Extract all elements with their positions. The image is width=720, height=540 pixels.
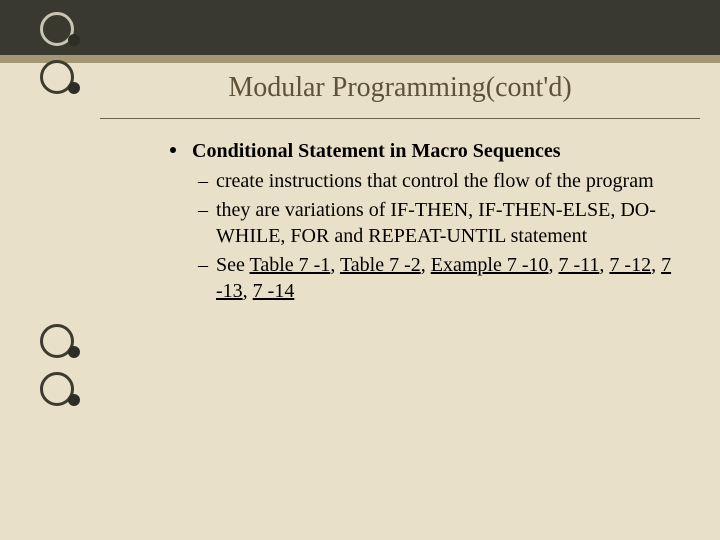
separator: ,	[599, 254, 609, 276]
slide-title: Modular Programming(cont'd)	[120, 72, 680, 104]
separator: ,	[243, 280, 253, 302]
bullet-dot-icon	[170, 147, 176, 153]
reference-link[interactable]: 7 -14	[253, 280, 295, 302]
reference-link[interactable]: 7 -11	[559, 254, 600, 276]
slide: Modular Programming(cont'd) Conditional …	[0, 0, 720, 540]
spiral-hole-icon	[68, 346, 80, 358]
sub-text: they are variations of IF-THEN, IF-THEN-…	[216, 199, 656, 247]
header-accent-strip	[0, 55, 720, 63]
title-underline	[100, 118, 700, 119]
reference-link[interactable]: Table 7 -1	[250, 254, 331, 276]
dash-icon: –	[198, 168, 208, 194]
bullet-item: Conditional Statement in Macro Sequences	[170, 138, 675, 164]
sub-item: – create instructions that control the f…	[170, 168, 675, 194]
dash-icon: –	[198, 252, 208, 278]
header-dark-band	[0, 0, 720, 60]
sub-item-references: – See Table 7 -1, Table 7 -2, Example 7 …	[170, 252, 675, 305]
see-prefix: See	[216, 254, 250, 276]
separator: ,	[549, 254, 559, 276]
bullet-label: Conditional Statement in Macro Sequences	[192, 140, 561, 162]
reference-link[interactable]: Table 7 -2	[340, 254, 421, 276]
separator: ,	[330, 254, 340, 276]
spiral-binding	[30, 0, 80, 540]
reference-link[interactable]: 7 -12	[609, 254, 651, 276]
spiral-hole-icon	[68, 34, 80, 46]
reference-link[interactable]: Example 7 -10	[431, 254, 549, 276]
slide-body: Conditional Statement in Macro Sequences…	[170, 138, 675, 306]
sub-item: – they are variations of IF-THEN, IF-THE…	[170, 197, 675, 250]
separator: ,	[651, 254, 661, 276]
spiral-hole-icon	[68, 82, 80, 94]
spiral-hole-icon	[68, 394, 80, 406]
separator: ,	[421, 254, 431, 276]
sub-text: create instructions that control the flo…	[216, 170, 654, 192]
dash-icon: –	[198, 197, 208, 223]
